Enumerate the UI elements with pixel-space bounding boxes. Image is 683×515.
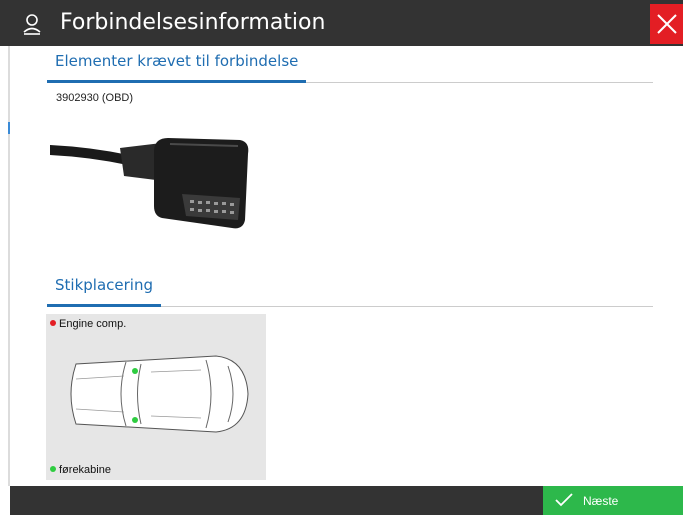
obd-connector-image — [50, 138, 249, 229]
window-title: Forbindelsesinformation — [60, 10, 326, 35]
part-number-label: 3902930 (OBD) — [56, 92, 134, 104]
checkmark-icon — [555, 493, 573, 507]
left-divider — [8, 46, 10, 486]
required-elements-header: Elementer krævet til forbindelse — [47, 46, 653, 83]
green-dot-icon — [50, 466, 56, 472]
legend-cabin: førekabine — [50, 464, 111, 476]
legend-engine-label: Engine comp. — [59, 318, 127, 330]
connector-position-marker — [132, 368, 138, 374]
red-dot-icon — [50, 320, 56, 326]
connector-location-header: Stikplacering — [47, 270, 653, 307]
next-button[interactable]: Næste — [543, 486, 683, 515]
person-icon — [23, 14, 41, 35]
scroll-marker — [8, 122, 10, 134]
close-icon — [657, 14, 677, 34]
next-button-label: Næste — [583, 494, 619, 508]
legend-engine: Engine comp. — [50, 318, 126, 330]
close-button[interactable] — [650, 4, 683, 44]
connector-position-marker — [132, 417, 138, 423]
legend-cabin-label: førekabine — [59, 464, 111, 476]
title-bar: Forbindelsesinformation — [0, 0, 683, 46]
car-location-diagram: Engine comp. førekabine — [46, 314, 266, 480]
tab-connector-location[interactable]: Stikplacering — [47, 270, 161, 307]
car-outline-image — [70, 355, 249, 433]
tab-required-elements[interactable]: Elementer krævet til forbindelse — [47, 46, 307, 83]
